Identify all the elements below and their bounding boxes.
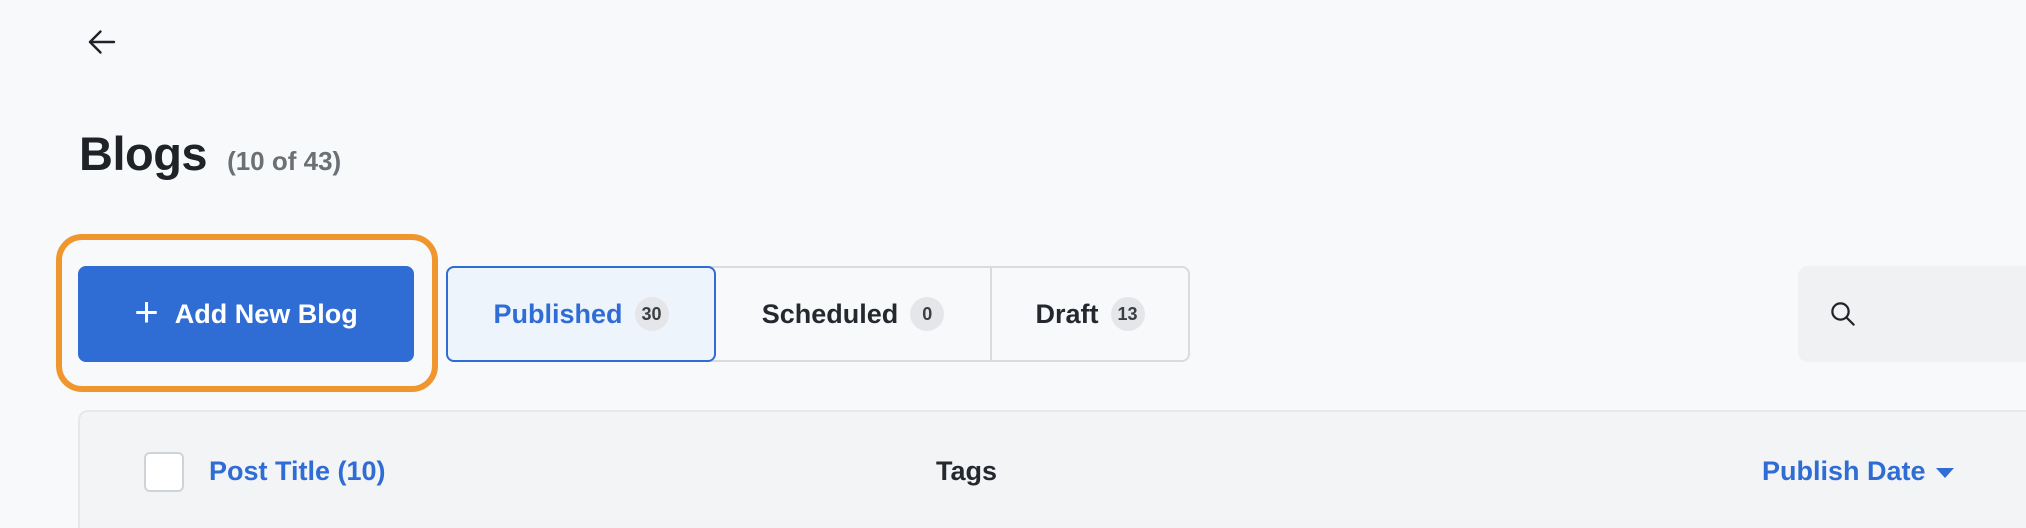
add-new-blog-button[interactable]: + Add New Blog (78, 266, 414, 362)
column-header-post-title[interactable]: Post Title (10) (209, 456, 386, 487)
page-title: Blogs (79, 127, 208, 180)
plus-icon: + (134, 288, 159, 335)
add-new-blog-label: Add New Blog (174, 298, 358, 329)
blogs-table: Post Title (10) Tags Publish Date (78, 410, 2026, 528)
tab-draft-label: Draft (1035, 298, 1099, 329)
caret-down-icon (1935, 467, 1954, 478)
page-count: (10 of 43) (227, 146, 342, 176)
column-header-tags: Tags (936, 456, 998, 486)
select-all-checkbox[interactable] (144, 452, 184, 492)
status-tabs: Published 30 Scheduled 0 Draft 13 (446, 266, 1190, 362)
arrow-left-icon (88, 30, 116, 54)
search-box[interactable] (1798, 266, 2026, 362)
search-input[interactable] (1874, 297, 2026, 331)
back-button[interactable] (80, 20, 124, 64)
tab-published[interactable]: Published 30 (446, 266, 716, 362)
tab-published-label: Published (493, 298, 623, 329)
tab-scheduled-count: 0 (910, 297, 945, 331)
table-header-row: Post Title (10) Tags Publish Date (80, 412, 2026, 528)
tab-draft[interactable]: Draft 13 (990, 268, 1188, 360)
column-header-publish-date-label: Publish Date (1762, 456, 1926, 486)
blogs-page: Blogs (10 of 43) + Add New Blog Publishe… (0, 0, 2026, 528)
column-header-publish-date[interactable]: Publish Date (1762, 456, 1954, 487)
tab-published-count: 30 (634, 297, 669, 331)
title-row: Blogs (10 of 43) (79, 126, 341, 181)
tab-scheduled-label: Scheduled (761, 298, 899, 329)
tab-scheduled[interactable]: Scheduled 0 (716, 268, 990, 360)
search-icon (1831, 302, 1855, 326)
tab-draft-count: 13 (1110, 297, 1145, 331)
